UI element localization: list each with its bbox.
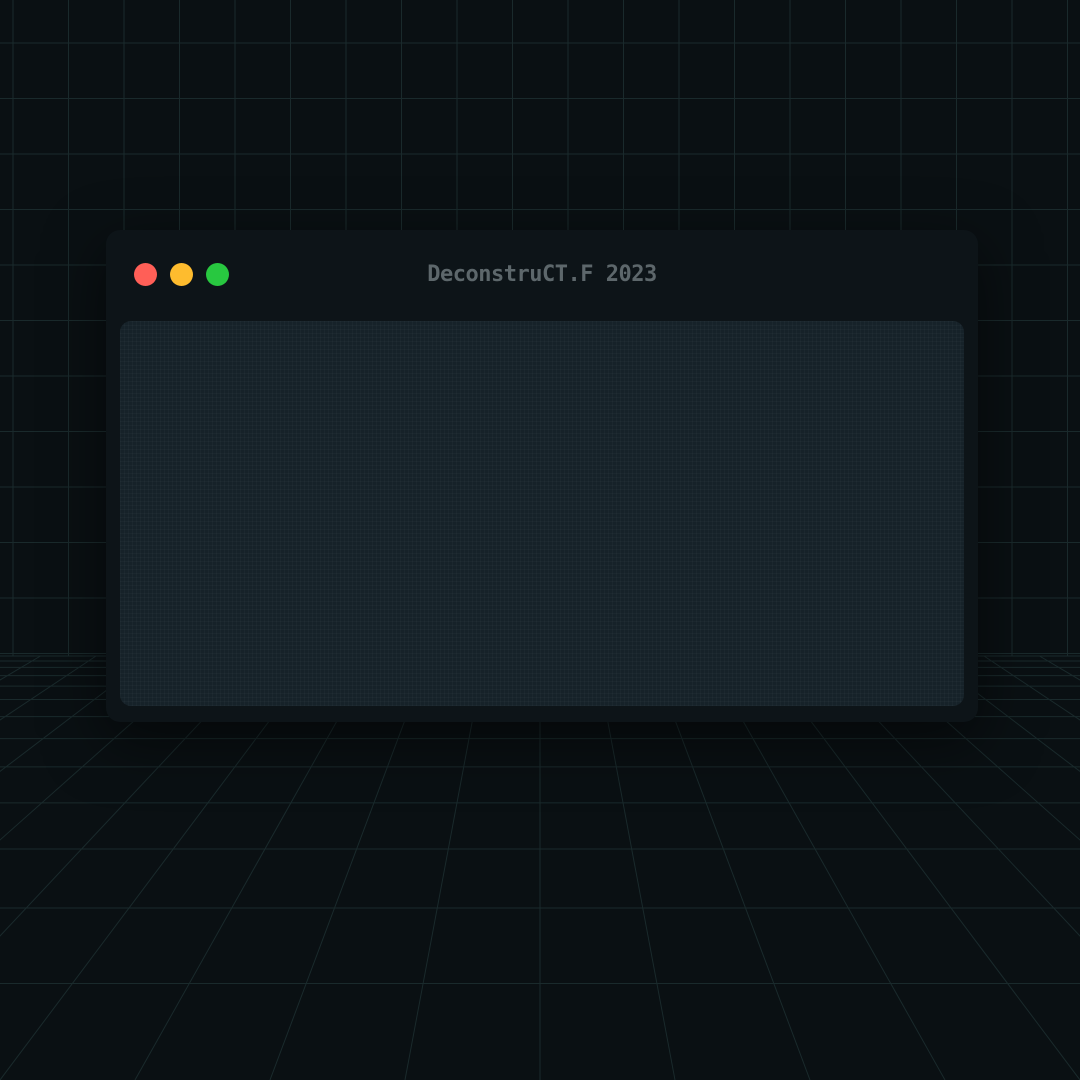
window-title: DeconstruCT.F 2023 [427, 262, 657, 287]
window-titlebar[interactable]: DeconstruCT.F 2023 [106, 230, 978, 320]
window-content-panel [120, 321, 964, 706]
app-window: DeconstruCT.F 2023 [106, 230, 978, 722]
